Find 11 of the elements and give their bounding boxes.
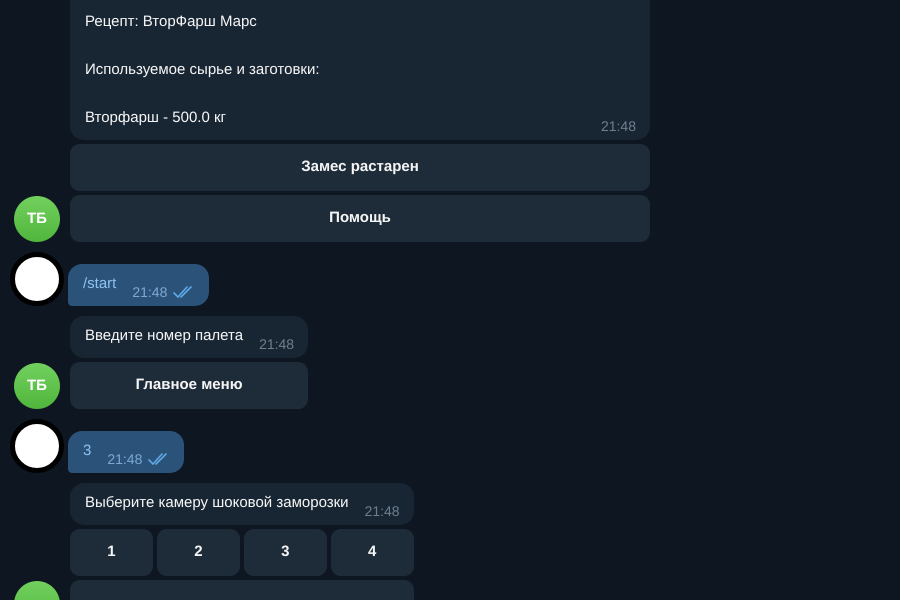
user-avatar[interactable] bbox=[10, 419, 64, 473]
message-text: Используемое сырье и заготовки: bbox=[85, 60, 321, 80]
keyboard-button[interactable]: 1 bbox=[70, 529, 153, 576]
keyboard-button[interactable]: Помощь bbox=[70, 195, 650, 242]
keyboard-button[interactable]: 4 bbox=[330, 529, 414, 576]
keyboard-button[interactable]: 2 bbox=[156, 529, 240, 576]
keyboard-button[interactable]: Замес растарен bbox=[70, 144, 650, 191]
keyboard-button[interactable]: Главное меню bbox=[70, 362, 308, 409]
user-avatar[interactable] bbox=[10, 252, 64, 306]
keyboard-button[interactable]: 3 bbox=[244, 529, 327, 576]
message-text: Рецепт: ВторФарш Марс bbox=[85, 12, 258, 32]
